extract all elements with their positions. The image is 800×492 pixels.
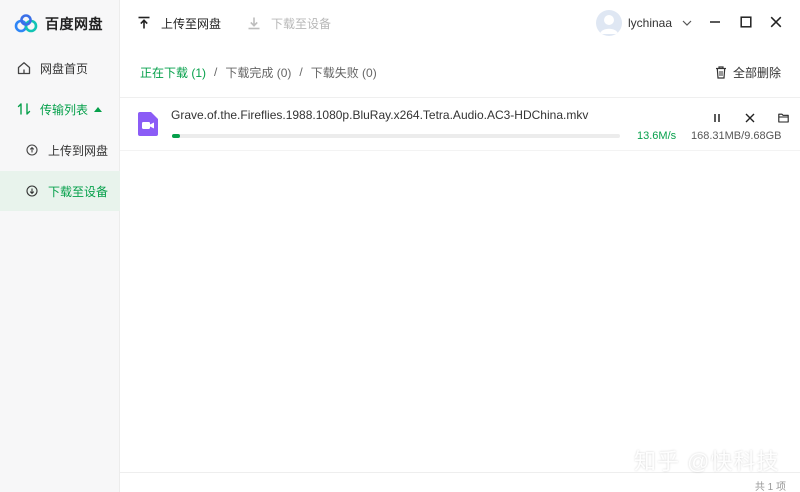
home-icon (16, 60, 32, 76)
download-button-label: 下载至设备 (271, 16, 332, 31)
close-icon (770, 16, 782, 28)
video-file-icon (138, 112, 158, 136)
cancel-download-button[interactable] (742, 110, 758, 126)
transfer-icon (16, 101, 32, 117)
delete-all-label: 全部删除 (733, 65, 782, 80)
sidebar-item-home[interactable]: 网盘首页 (0, 48, 120, 88)
user-menu[interactable]: lychinaa (596, 10, 692, 36)
minimize-button[interactable] (707, 14, 723, 30)
file-name: Grave.of.the.Fireflies.1988.1080p.BluRay… (171, 108, 589, 122)
chevron-down-icon (682, 20, 692, 26)
caret-up-icon (94, 106, 103, 112)
download-filter-tabs: 正在下载 (1) / 下载完成 (0) / 下载失败 (0) (140, 64, 377, 80)
tab-separator: / (214, 65, 218, 79)
download-icon (248, 17, 260, 30)
sidebar-item-download-label: 下载至设备 (48, 184, 109, 199)
download-row[interactable]: Grave.of.the.Fireflies.1988.1080p.BluRay… (120, 98, 800, 150)
upload-circle-icon (24, 142, 40, 158)
sidebar-item-home-label: 网盘首页 (40, 61, 89, 76)
pause-icon (714, 114, 720, 122)
maximize-icon (740, 16, 752, 28)
close-window-button[interactable] (768, 14, 784, 30)
tab-separator: / (299, 65, 303, 79)
upload-to-netdisk-button[interactable]: 上传至网盘 (137, 12, 221, 34)
item-count: 共 1 项 (754, 482, 786, 492)
download-progress-fill (172, 134, 181, 138)
tab-in-progress[interactable]: 正在下载 (1) (140, 64, 206, 81)
upload-button-label: 上传至网盘 (161, 16, 222, 31)
sidebar-item-upload-label: 上传到网盘 (48, 143, 109, 158)
sidebar: 百度网盘 网盘首页 传输列表 上传到网盘 下载至设备 (0, 0, 120, 492)
divider (120, 150, 800, 151)
folder-icon (777, 113, 789, 123)
pause-button[interactable] (709, 110, 725, 126)
app-name: 百度网盘 (45, 16, 103, 32)
top-toolbar: 上传至网盘 下载至设备 lychinaa (120, 0, 800, 46)
baidu-netdisk-logo-icon (14, 14, 38, 33)
open-folder-button[interactable] (775, 110, 791, 126)
trash-icon (716, 65, 726, 79)
username: lychinaa (628, 16, 673, 30)
app-logo: 百度网盘 (14, 12, 103, 36)
minimize-icon (710, 21, 720, 23)
delete-all-button[interactable]: 全部删除 (715, 64, 781, 80)
download-to-device-button[interactable]: 下载至设备 (247, 12, 331, 34)
user-avatar-icon (600, 15, 618, 34)
watermark: 知乎 @快科技 (634, 449, 780, 474)
sidebar-item-transfer-list[interactable]: 传输列表 (0, 89, 120, 129)
tab-failed[interactable]: 下载失败 (0) (311, 64, 377, 81)
avatar (596, 10, 622, 36)
sidebar-item-transfer-label: 传输列表 (40, 102, 89, 117)
download-circle-icon (24, 183, 40, 199)
sidebar-item-download[interactable]: 下载至设备 (0, 171, 120, 211)
upload-icon (138, 16, 150, 29)
close-icon (745, 113, 755, 123)
download-size: 168.31MB/9.68GB (691, 130, 782, 142)
maximize-button[interactable] (738, 14, 754, 30)
sidebar-item-upload[interactable]: 上传到网盘 (0, 130, 120, 170)
download-progress-bar (172, 134, 620, 138)
tab-completed[interactable]: 下载完成 (0) (225, 64, 291, 81)
download-speed: 13.6M/s (637, 130, 677, 142)
